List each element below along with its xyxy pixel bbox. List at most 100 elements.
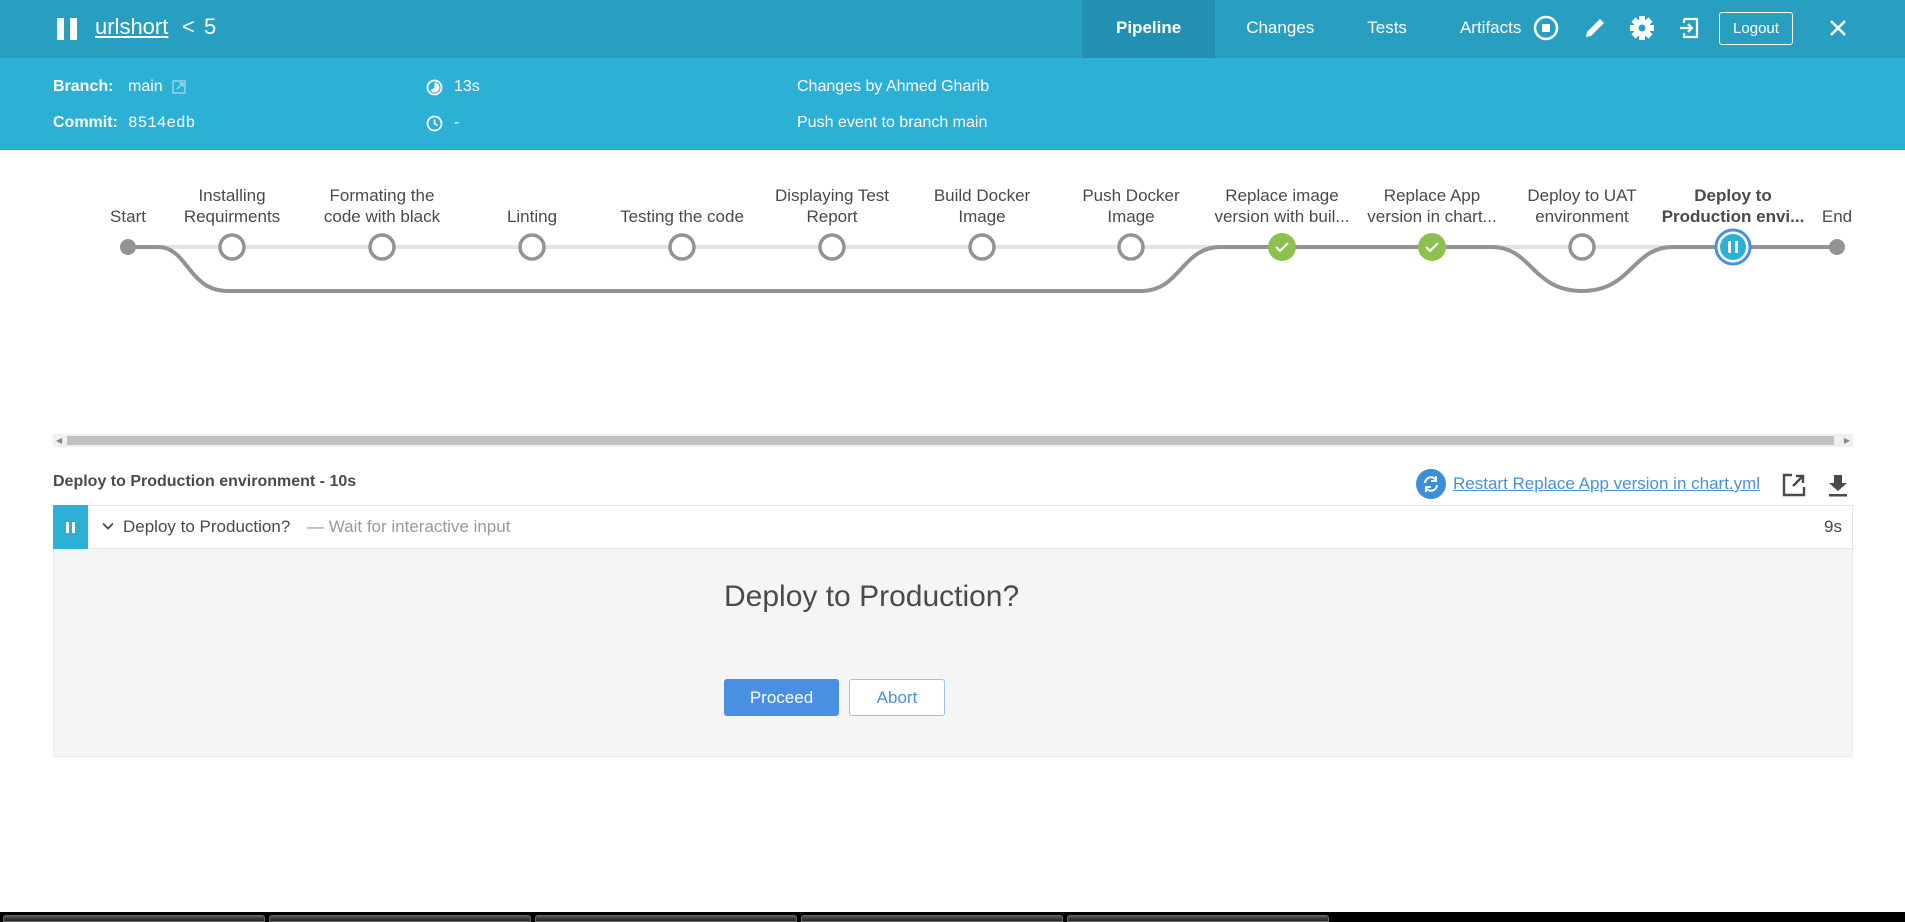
end-node[interactable] [1829,239,1845,255]
stage-label[interactable]: Formating the code with black [307,185,457,227]
pause-icon [57,18,79,40]
stage-node-not-built[interactable] [218,233,246,261]
top-bar: urlshort < 5 Pipeline Changes Tests Arti… [0,0,1905,58]
stage-label[interactable]: Installing Requirments [157,185,307,227]
stage-label-line: Report [806,207,858,226]
stage-label-line: Requirments [183,207,281,226]
stage-label[interactable]: Deploy to UAT environment [1507,185,1657,227]
back-icon[interactable]: < [182,14,195,40]
os-taskbar [0,912,1905,922]
branch-label: Branch: [53,78,114,95]
taskbar-item[interactable] [1067,915,1329,922]
stage-label-line: environment [1535,207,1629,226]
tab-pipeline[interactable]: Pipeline [1082,0,1216,58]
download-icon[interactable] [1825,472,1851,498]
input-panel: Deploy to Production? Proceed Abort [53,549,1853,757]
tab-tests[interactable]: Tests [1345,0,1429,58]
tab-artifacts[interactable]: Artifacts [1429,0,1543,58]
duration-icon [426,79,443,96]
restart-icon[interactable] [1416,469,1446,499]
stage-label-line [457,185,607,206]
clock-icon [426,115,443,132]
stage-label-line: Image [958,207,1006,226]
taskbar-item[interactable] [269,915,531,922]
tab-changes[interactable]: Changes [1215,0,1345,58]
stage-label-line [607,185,757,206]
stage-node-not-built[interactable] [1117,233,1145,261]
taskbar-item[interactable] [801,915,1063,922]
stage-label[interactable]: Push Docker Image [1056,185,1206,227]
run-number: 5 [204,14,217,39]
cause-text: Push event to branch main [797,114,988,131]
stage-label[interactable]: Linting [457,185,607,227]
stage-node-not-built[interactable] [518,233,546,261]
stage-node-not-built[interactable] [668,233,696,261]
stop-icon[interactable] [1532,14,1560,42]
main-tabs: Pipeline Changes Tests Artifacts [1082,0,1543,58]
stage-label-line: Displaying Test [774,186,890,205]
stage-node-success[interactable] [1268,233,1296,261]
pause-bar [1728,241,1731,253]
pipeline-title-link[interactable]: urlshort [95,14,168,40]
stage-label[interactable]: Replace App version in chart... [1357,185,1507,227]
branch-value: main [128,78,163,95]
proceed-button[interactable]: Proceed [724,679,839,716]
stage-label-line: Deploy to UAT [1527,186,1637,205]
stage-label[interactable]: Build Docker Image [907,185,1057,227]
logout-button[interactable]: Logout [1719,12,1793,45]
stage-label-line: Testing the code [620,207,744,226]
pause-bar [1735,241,1738,253]
external-link-icon[interactable] [172,80,186,94]
commit-value: 8514edb [128,114,196,132]
stage-label[interactable]: Displaying Test Report [757,185,907,227]
stage-label-line: Replace image [1225,186,1339,205]
stage-node-not-built[interactable] [368,233,396,261]
stage-label-line: version in chart... [1367,207,1497,226]
stage-label-line: Installing [198,186,266,205]
step-description: — Wait for interactive input [307,517,511,536]
duration-value: 13s [454,78,480,95]
stage-label-line: Push Docker [1082,186,1180,205]
stage-label-line: Build Docker [933,186,1031,205]
abort-button[interactable]: Abort [849,679,945,716]
close-icon[interactable] [1824,14,1852,42]
stage-node-not-built[interactable] [968,233,996,261]
restart-label[interactable]: Restart Replace App version in chart.yml [1453,474,1760,494]
scroll-left-icon[interactable]: ◀ [56,434,62,447]
stage-node-not-built[interactable] [818,233,846,261]
paused-status-icon [53,505,88,549]
open-external-icon[interactable] [1781,472,1807,498]
gear-icon[interactable] [1628,14,1656,42]
stage-node-success[interactable] [1418,233,1446,261]
stage-label[interactable]: End [1762,185,1905,227]
stage-label[interactable]: Testing the code [607,185,757,227]
changes-text: Changes by Ahmed Gharib [797,78,990,95]
stage-label-line: code with black [323,207,441,226]
stage-node-paused[interactable] [1720,234,1746,260]
taskbar-item[interactable] [3,915,265,922]
run-info-bar: Branch: main Commit: 8514edb 13s - Chang… [0,58,1905,150]
stage-label-line: End [1821,207,1853,226]
restart-stage-link[interactable]: Restart Replace App version in chart.yml [1416,469,1760,499]
pipeline-graph: Start Installing Requirments Formating the c… [0,150,1905,430]
pipeline-scrollbar[interactable]: ◀ ▶ [53,434,1853,447]
stage-label-line: Replace App [1383,186,1481,205]
login-icon[interactable] [1675,14,1703,42]
chevron-down-icon[interactable] [101,519,115,533]
input-question: Deploy to Production? [724,580,1020,613]
taskbar-item[interactable] [535,915,797,922]
edit-icon[interactable] [1581,14,1609,42]
step-name: Deploy to Production? [123,517,291,536]
stage-node-not-built[interactable] [1568,233,1596,261]
scrollbar-thumb[interactable] [67,436,1834,445]
step-duration: 9s [1824,517,1842,536]
start-node[interactable] [120,239,136,255]
stage-label-line: Formating the [329,186,435,205]
stage-title: Deploy to Production environment - 10s [53,473,357,490]
stage-label-line: Image [1107,207,1155,226]
stage-label-line: Linting [506,207,558,226]
step-row[interactable]: Deploy to Production? — Wait for interac… [53,505,1853,549]
scroll-right-icon[interactable]: ▶ [1844,434,1850,447]
stage-label[interactable]: Replace image version with buil... [1207,185,1357,227]
commit-label: Commit: [53,114,118,131]
